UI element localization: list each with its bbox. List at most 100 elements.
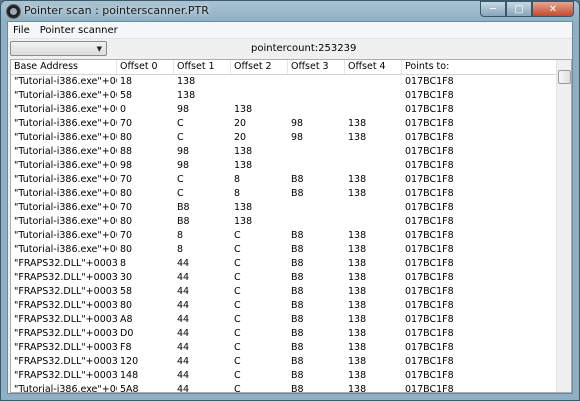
scroll-up-button[interactable] xyxy=(557,60,571,70)
table-row[interactable]: "Tutorial-i386.exe"+00...58 138 017BC1F8 xyxy=(11,89,571,103)
cell-offset-0: 58 xyxy=(120,90,133,101)
cell-points-to: 017BC1F8 xyxy=(405,146,454,157)
table-row[interactable]: "FRAPS32.DLL"+0003... 80 44 C B8 138 017BC1F8 xyxy=(11,299,571,313)
table-row[interactable]: "Tutorial-i386.exe"+00...80 C 8 B8 138 017BC1… xyxy=(11,187,571,201)
scan-select-dropdown[interactable]: ▼ xyxy=(10,41,107,56)
cell-offset-4 xyxy=(345,75,402,89)
table-row[interactable]: "Tutorial-i386.exe"+00...70 C 8 B8 138 017BC1… xyxy=(11,173,571,187)
cell-base-address: "FRAPS32.DLL"+0003... xyxy=(14,258,117,269)
cell-base-address: "Tutorial-i386.exe"+00... xyxy=(14,384,117,393)
cell-points-to: 017BC1F8 xyxy=(405,202,454,213)
close-icon: ✕ xyxy=(548,3,558,15)
cell-offset-4: 138 xyxy=(348,230,367,241)
cell-points-to: 017BC1F8 xyxy=(405,174,454,185)
table-row[interactable]: "Tutorial-i386.exe"+00...0 98 138 017BC1F8 xyxy=(11,103,571,117)
cell-offset-2: 8 xyxy=(234,174,241,185)
cell-offset-4: 138 xyxy=(348,314,367,325)
menu-pointer-scanner[interactable]: Pointer scanner xyxy=(35,25,123,36)
cell-base-address: "FRAPS32.DLL"+0003... xyxy=(14,356,117,367)
cell-base-address: "FRAPS32.DLL"+0003... xyxy=(14,328,117,339)
table-row[interactable]: "Tutorial-i386.exe"+00...70 8 C B8 138 017BC1… xyxy=(11,229,571,243)
column-header-offset-1[interactable]: Offset 1 xyxy=(174,60,231,74)
close-button[interactable]: ✕ xyxy=(532,1,574,17)
table-row[interactable]: "FRAPS32.DLL"+0003... D0 44 C B8 138 017BC1F8 xyxy=(11,327,571,341)
table-row[interactable]: "Tutorial-i386.exe"+00...80 C 20 98 138 017BC… xyxy=(11,131,571,145)
cell-offset-0: 8 xyxy=(120,258,127,269)
column-header-offset-3[interactable]: Offset 3 xyxy=(288,60,345,74)
column-header-offset-2[interactable]: Offset 2 xyxy=(231,60,288,74)
table-row[interactable]: "FRAPS32.DLL"+0003... 58 44 C B8 138 017BC1F8 xyxy=(11,285,571,299)
title-bar[interactable]: Pointer scan : pointerscanner.PTR ─ □ ✕ xyxy=(1,1,579,21)
cell-offset-3 xyxy=(288,201,345,215)
cell-base-address: "Tutorial-i386.exe"+00... xyxy=(14,188,117,199)
cell-base-address: "Tutorial-i386.exe"+00... xyxy=(14,132,117,143)
cell-offset-0: 148 xyxy=(120,370,139,381)
cell-points-to: 017BC1F8 xyxy=(405,314,454,325)
cell-offset-4: 138 xyxy=(348,384,367,393)
table-row[interactable]: "FRAPS32.DLL"+0003... F8 44 C B8 138 017BC1F8 xyxy=(11,341,571,355)
cell-offset-1: 44 xyxy=(177,384,190,393)
table-row[interactable]: "FRAPS32.DLL"+0003... 148 44 C B8 138 017BC1F8 xyxy=(11,369,571,383)
cell-offset-0: 80 xyxy=(120,132,133,143)
cell-offset-3: B8 xyxy=(291,314,304,325)
cell-offset-1: 98 xyxy=(177,160,190,171)
column-header-offset-0[interactable]: Offset 0 xyxy=(117,60,174,74)
cell-base-address: "Tutorial-i386.exe"+00... xyxy=(14,104,117,115)
cell-offset-2: 138 xyxy=(234,202,253,213)
cell-offset-3: B8 xyxy=(291,300,304,311)
pointer-scan-window: Pointer scan : pointerscanner.PTR ─ □ ✕ … xyxy=(0,0,580,401)
cell-offset-0: 5A8 xyxy=(120,384,139,393)
table-row[interactable]: "Tutorial-i386.exe"+00...88 98 138 017BC1F8 xyxy=(11,145,571,159)
cell-offset-0: 70 xyxy=(120,174,133,185)
column-header-points-to[interactable]: Points to: xyxy=(402,60,562,74)
cell-offset-4: 138 xyxy=(348,370,367,381)
cell-offset-0: 80 xyxy=(120,300,133,311)
table-row[interactable]: "Tutorial-i386.exe"+00...70 B8 138 017BC1F8 xyxy=(11,201,571,215)
cell-offset-4 xyxy=(345,215,402,229)
table-row[interactable]: "Tutorial-i386.exe"+00...80 8 C B8 138 017BC1… xyxy=(11,243,571,257)
menu-file[interactable]: File xyxy=(8,25,35,36)
cell-offset-1: C xyxy=(177,174,184,185)
column-header-offset-4[interactable]: Offset 4 xyxy=(345,60,402,74)
cell-offset-4 xyxy=(345,159,402,173)
cell-offset-4: 138 xyxy=(348,356,367,367)
table-row[interactable]: "FRAPS32.DLL"+0003... 120 44 C B8 138 017BC1F8 xyxy=(11,355,571,369)
cell-offset-3: B8 xyxy=(291,258,304,269)
cell-points-to: 017BC1F8 xyxy=(405,370,454,381)
table-row[interactable]: "Tutorial-i386.exe"+00...70 C 20 98 138 017BC… xyxy=(11,117,571,131)
cell-offset-3 xyxy=(288,145,345,159)
cell-offset-1: 44 xyxy=(177,314,190,325)
cell-offset-3: B8 xyxy=(291,174,304,185)
cell-points-to: 017BC1F8 xyxy=(405,272,454,283)
table-row[interactable]: "Tutorial-i386.exe"+00...9898138017BC1F8 xyxy=(11,159,571,173)
cell-offset-3: B8 xyxy=(291,230,304,241)
cell-offset-2: 138 xyxy=(234,160,253,171)
cell-base-address: "FRAPS32.DLL"+0003... xyxy=(14,272,117,283)
cell-offset-2: 138 xyxy=(234,104,253,115)
cell-points-to: 017BC1F8 xyxy=(405,230,454,241)
cell-offset-4 xyxy=(345,201,402,215)
table-row[interactable]: "Tutorial-i386.exe"+00...5A8 44 C B8 138 017B… xyxy=(11,383,571,393)
cell-offset-1: 44 xyxy=(177,286,190,297)
cell-points-to: 017BC1F8 xyxy=(405,160,454,171)
minimize-button[interactable]: ─ xyxy=(480,1,506,17)
cell-offset-3: B8 xyxy=(291,272,304,283)
cell-offset-1: 8 xyxy=(177,244,184,255)
cell-base-address: "FRAPS32.DLL"+0003... xyxy=(14,314,117,325)
scrollbar-thumb[interactable] xyxy=(558,70,571,84)
cell-offset-3 xyxy=(288,159,345,173)
column-header-base-address[interactable]: Base Address xyxy=(11,60,117,74)
vertical-scrollbar[interactable] xyxy=(556,60,571,392)
cell-points-to: 017BC1F8 xyxy=(405,328,454,339)
cell-offset-3: B8 xyxy=(291,328,304,339)
table-row[interactable]: "Tutorial-i386.exe"+00...80 B8 138 017BC1F8 xyxy=(11,215,571,229)
cell-base-address: "Tutorial-i386.exe"+00... xyxy=(14,146,117,157)
cell-offset-3: 98 xyxy=(291,118,304,129)
table-row[interactable]: "FRAPS32.DLL"+0003... 30 44 C B8 138 017BC1F8 xyxy=(11,271,571,285)
table-row[interactable]: "Tutorial-i386.exe"+00...18 138 017BC1F8 xyxy=(11,75,571,89)
maximize-button[interactable]: □ xyxy=(506,1,532,17)
cell-base-address: "FRAPS32.DLL"+0003... xyxy=(14,370,117,381)
table-row[interactable]: "FRAPS32.DLL"+0003... A8 44 C B8 138 017BC1F8 xyxy=(11,313,571,327)
table-row[interactable]: "FRAPS32.DLL"+0003... 8 44 C B8 138 017BC1F8 xyxy=(11,257,571,271)
client-area: File Pointer scanner ▼ pointercount:2532… xyxy=(7,21,573,394)
